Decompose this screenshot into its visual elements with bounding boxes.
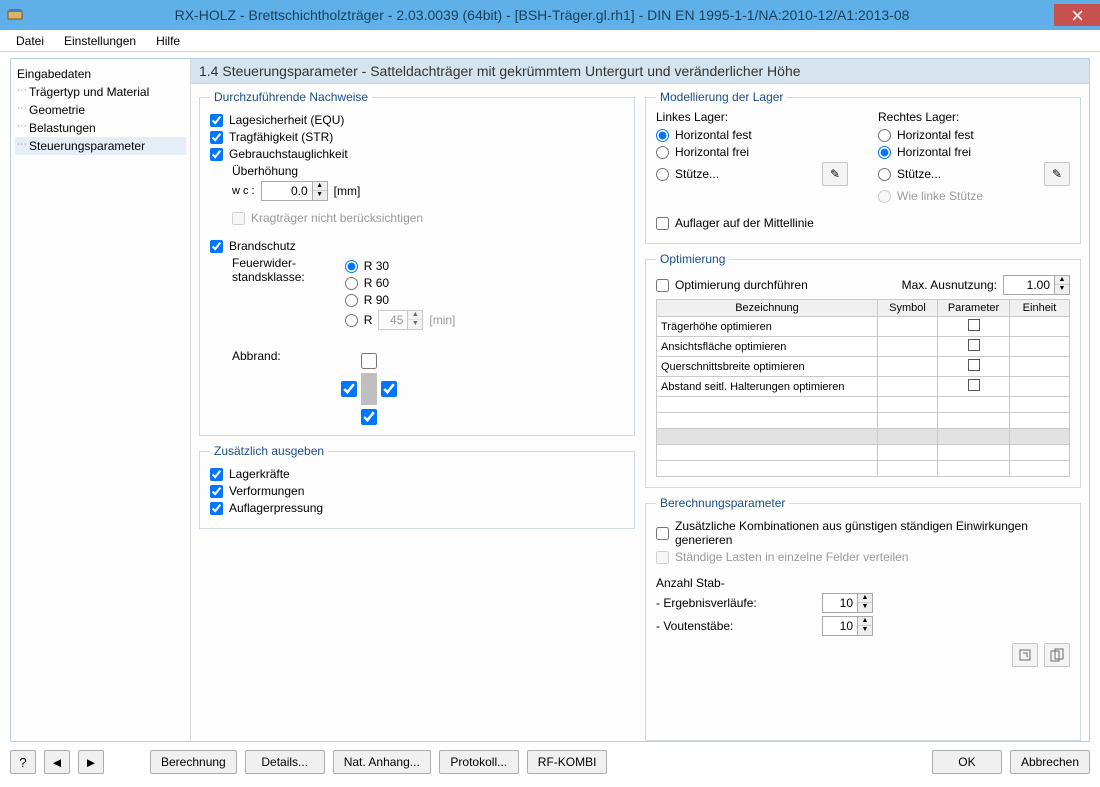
legend-zusatz: Zusätzlich ausgeben	[210, 444, 328, 458]
label-max-ausnutzung: Max. Ausnutzung:	[902, 278, 997, 292]
label-ergebnis: - Ergebnisverläufe:	[656, 596, 816, 610]
menu-bar: Datei Einstellungen Hilfe	[0, 30, 1100, 52]
prev-button[interactable]: ◄	[44, 750, 70, 774]
radio-right-stuetze[interactable]: Stütze...	[878, 167, 941, 181]
chk-auflagerpressung[interactable]: Auflagerpressung	[210, 501, 624, 515]
radio-left-hfrei[interactable]: Horizontal frei	[656, 145, 848, 159]
nat-anhang-button[interactable]: Nat. Anhang...	[333, 750, 431, 774]
chk-lagerkraefte[interactable]: Lagerkräfte	[210, 467, 624, 481]
input-ergebnis[interactable]: ▲▼	[822, 593, 873, 613]
protokoll-button[interactable]: Protokoll...	[439, 750, 519, 774]
abbrand-right[interactable]	[381, 373, 397, 405]
spin-up-icon[interactable]: ▲	[313, 182, 327, 191]
nav-tree: Eingabedaten Trägertyp und Material Geom…	[11, 59, 191, 741]
chk-equ[interactable]: Lagesicherheit (EQU)	[210, 113, 624, 127]
label-geb: Gebrauchstauglichkeit	[229, 147, 348, 161]
stuetze-left-edit-icon[interactable]: ✎	[822, 162, 848, 186]
close-button[interactable]	[1054, 4, 1100, 26]
label-right-lager: Rechtes Lager:	[878, 110, 1070, 124]
tree-belastungen[interactable]: Belastungen	[15, 119, 186, 137]
bottom-bar: ? ◄ ► Berechnung Details... Nat. Anhang.…	[0, 742, 1100, 784]
tree-root[interactable]: Eingabedaten	[15, 65, 186, 83]
radio-r90[interactable]: R 90	[345, 293, 456, 307]
table-row: Querschnittsbreite optimieren	[657, 357, 1070, 377]
radio-left-hfest[interactable]: Horizontal fest	[656, 128, 848, 142]
radio-right-hfest[interactable]: Horizontal fest	[878, 128, 1070, 142]
legend-opt: Optimierung	[656, 252, 729, 266]
chk-str[interactable]: Tragfähigkeit (STR)	[210, 130, 624, 144]
chk-brand[interactable]: Brandschutz	[210, 239, 624, 253]
input-max-ausnutzung[interactable]: ▲▼	[1003, 275, 1070, 295]
label-wc: w c :	[232, 185, 255, 197]
radio-r30[interactable]: R 30	[345, 259, 456, 273]
abbrand-left[interactable]	[341, 373, 357, 405]
next-button[interactable]: ►	[78, 750, 104, 774]
opt-chk-0[interactable]	[968, 319, 980, 331]
legend-lager: Modellierung der Lager	[656, 90, 787, 104]
label-left-lager: Linkes Lager:	[656, 110, 848, 124]
label-anzahl-stab: Anzahl Stab-	[656, 576, 1070, 590]
legend-ber: Berechnungsparameter	[656, 496, 789, 510]
abbrand-diagram	[341, 353, 397, 425]
legend-nachweise: Durchzuführende Nachweise	[210, 90, 372, 104]
unit-wc: [mm]	[334, 184, 361, 198]
opt-table: BezeichnungSymbolParameterEinheit Träger…	[656, 299, 1070, 477]
chk-mittellinie[interactable]: Auflager auf der Mittellinie	[656, 216, 1070, 230]
group-zusatz: Zusätzlich ausgeben Lagerkräfte Verformu…	[199, 444, 635, 529]
tree-geometrie[interactable]: Geometrie	[15, 101, 186, 119]
chk-krag: Kragträger nicht berücksichtigen	[232, 211, 624, 225]
rfkombi-button[interactable]: RF-KOMBI	[527, 750, 608, 774]
group-ber: Berechnungsparameter Zusätzliche Kombina…	[645, 496, 1081, 741]
berechnung-button[interactable]: Berechnung	[150, 750, 237, 774]
radio-left-stuetze[interactable]: Stütze...	[656, 167, 719, 181]
radio-right-hfrei[interactable]: Horizontal frei	[878, 145, 1070, 159]
group-lager: Modellierung der Lager Linkes Lager: Hor…	[645, 90, 1081, 244]
label-abbrand: Abbrand:	[232, 349, 281, 425]
group-opt: Optimierung Optimierung durchführen Max.…	[645, 252, 1081, 488]
table-row: Abstand seitl. Halterungen optimieren	[657, 377, 1070, 397]
abbrand-top[interactable]	[361, 353, 377, 369]
opt-chk-3[interactable]	[968, 379, 980, 391]
radio-rcustom[interactable]: R ▲▼ [min]	[345, 310, 456, 330]
tree-traegertyp[interactable]: Trägertyp und Material	[15, 83, 186, 101]
chk-opt-do[interactable]: Optimierung durchführen	[656, 278, 808, 292]
label-ueberh: Überhöhung	[232, 164, 624, 178]
chk-geb[interactable]: Gebrauchstauglichkeit	[210, 147, 624, 161]
help-button[interactable]: ?	[10, 750, 36, 774]
title-bar: RX-HOLZ - Brettschichtholzträger - 2.03.…	[0, 0, 1100, 30]
opt-chk-2[interactable]	[968, 359, 980, 371]
table-row: Trägerhöhe optimieren	[657, 317, 1070, 337]
label-brand: Brandschutz	[229, 239, 296, 253]
spin-down-icon[interactable]: ▼	[313, 191, 327, 200]
tree-steuerungsparameter[interactable]: Steuerungsparameter	[15, 137, 186, 155]
stuetze-right-edit-icon[interactable]: ✎	[1044, 162, 1070, 186]
chk-zus-komb[interactable]: Zusätzliche Kombinationen aus günstigen …	[656, 519, 1070, 547]
export-icon[interactable]	[1012, 643, 1038, 667]
label-vouten: - Voutenstäbe:	[656, 619, 816, 633]
opt-chk-1[interactable]	[968, 339, 980, 351]
cancel-button[interactable]: Abbrechen	[1010, 750, 1090, 774]
copy-icon[interactable]	[1044, 643, 1070, 667]
label-equ: Lagesicherheit (EQU)	[229, 113, 344, 127]
ok-button[interactable]: OK	[932, 750, 1002, 774]
details-button[interactable]: Details...	[245, 750, 325, 774]
menu-settings[interactable]: Einstellungen	[54, 32, 146, 50]
input-wc[interactable]: ▲▼	[261, 181, 328, 201]
label-feuer: Feuerwider- standsklasse:	[232, 256, 305, 333]
page-title: 1.4 Steuerungsparameter - Satteldachträg…	[191, 59, 1089, 84]
menu-help[interactable]: Hilfe	[146, 32, 190, 50]
app-icon	[0, 0, 30, 30]
label-str: Tragfähigkeit (STR)	[229, 130, 333, 144]
menu-file[interactable]: Datei	[6, 32, 54, 50]
group-nachweise: Durchzuführende Nachweise Lagesicherheit…	[199, 90, 635, 436]
radio-r60[interactable]: R 60	[345, 276, 456, 290]
label-krag: Kragträger nicht berücksichtigen	[251, 211, 423, 225]
window-title: RX-HOLZ - Brettschichtholzträger - 2.03.…	[30, 7, 1054, 23]
input-vouten[interactable]: ▲▼	[822, 616, 873, 636]
radio-right-wielinke: Wie linke Stütze	[878, 189, 1070, 203]
chk-verformungen[interactable]: Verformungen	[210, 484, 624, 498]
table-row: Ansichtsfläche optimieren	[657, 337, 1070, 357]
abbrand-bottom[interactable]	[361, 409, 377, 425]
chk-staendige-lasten: Ständige Lasten in einzelne Felder verte…	[656, 550, 1070, 564]
